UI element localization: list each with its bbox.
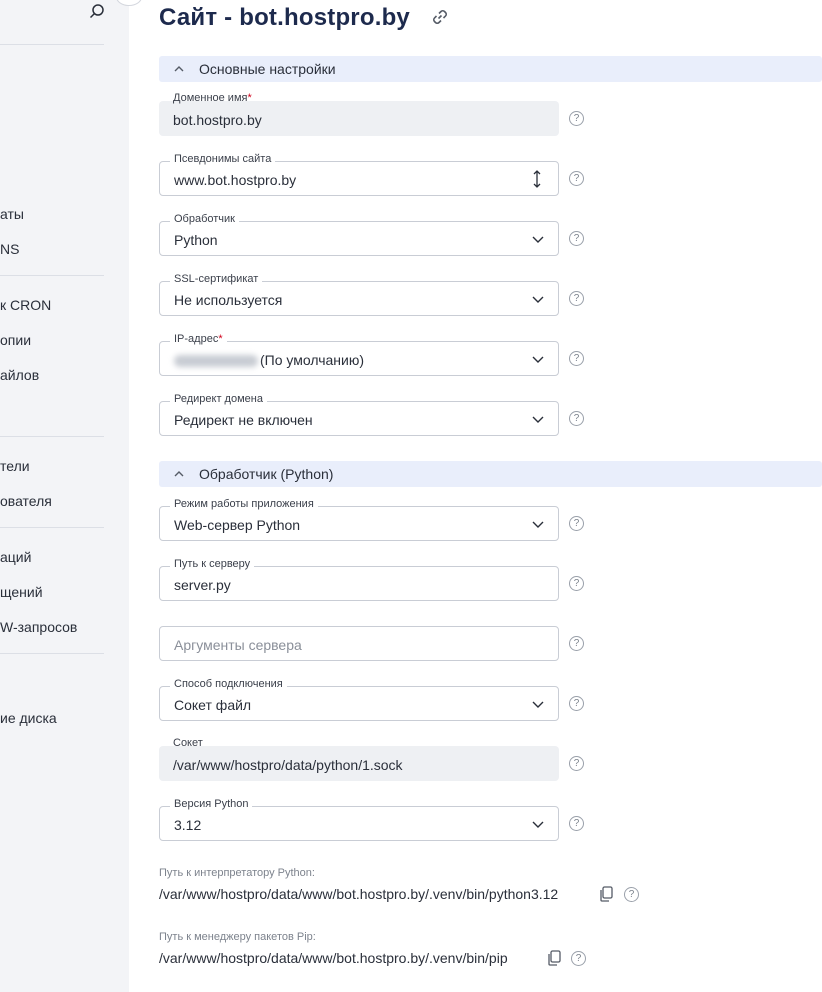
server-args-input[interactable]: Аргументы сервера [159, 626, 559, 661]
domain-redirect-select[interactable]: Редирект домена Редирект не включен [159, 393, 559, 436]
copy-icon[interactable] [599, 886, 613, 902]
section-title: Основные настройки [199, 61, 336, 77]
app-mode-select[interactable]: Режим работы приложения Web-сервер Pytho… [159, 498, 559, 541]
sidebar-item-backups[interactable]: опии [0, 332, 31, 348]
section-main-settings[interactable]: Основные настройки [159, 56, 822, 82]
domain-name-field: Доменное имя* bot.hostpro.by [159, 92, 559, 136]
field-label: Режим работы приложения [170, 498, 318, 510]
section-handler-python[interactable]: Обработчик (Python) [159, 461, 822, 487]
blurred-ip [174, 355, 258, 368]
resize-vertical-icon[interactable] [532, 170, 542, 188]
sidebar: аты NS к CRON опии айлов тели ователя ац… [0, 0, 129, 992]
handler-value: Python [174, 232, 218, 248]
field-label: Путь к серверу [170, 558, 255, 570]
ssl-certificate-select[interactable]: SSL-сертификат Не используется [159, 273, 559, 316]
field-label: Редирект домена [170, 393, 267, 405]
chevron-down-icon [532, 416, 544, 423]
sidebar-item-cron[interactable]: к CRON [0, 297, 51, 313]
field-label: Псевдонимы сайта [170, 153, 276, 165]
chevron-down-icon [532, 296, 544, 303]
link-icon[interactable] [431, 8, 449, 26]
copy-icon[interactable] [547, 950, 561, 966]
help-icon[interactable]: ? [569, 171, 584, 186]
sidebar-item-users[interactable]: тели [0, 458, 30, 474]
domain-redirect-value: Редирект не включен [174, 412, 313, 428]
chevron-down-icon [532, 236, 544, 243]
server-args-placeholder: Аргументы сервера [174, 637, 302, 653]
field-label: Способ подключения [170, 678, 287, 690]
domain-name-value: bot.hostpro.by [173, 112, 262, 128]
field-label: Обработчик [170, 213, 239, 225]
chevron-down-icon [532, 701, 544, 708]
help-icon[interactable]: ? [624, 887, 639, 902]
sidebar-divider [0, 527, 104, 528]
interpreter-path-label: Путь к интерпретатору Python: [159, 867, 315, 879]
handler-select[interactable]: Обработчик Python [159, 213, 559, 256]
help-icon[interactable]: ? [569, 576, 584, 591]
sidebar-item-certificates[interactable]: аты [0, 206, 24, 222]
app-mode-value: Web-сервер Python [174, 517, 301, 533]
ssl-certificate-value: Не используется [174, 292, 283, 308]
help-icon[interactable]: ? [569, 111, 584, 126]
chevron-down-icon [532, 821, 544, 828]
help-icon[interactable]: ? [569, 816, 584, 831]
help-icon[interactable]: ? [569, 516, 584, 531]
sidebar-divider [0, 44, 104, 45]
sidebar-item-www-requests[interactable]: W-запросов [0, 619, 77, 635]
help-icon[interactable]: ? [571, 951, 586, 966]
connection-method-select[interactable]: Способ подключения Сокет файл [159, 678, 559, 721]
server-path-value: server.py [174, 577, 231, 593]
help-icon[interactable]: ? [569, 291, 584, 306]
field-label: SSL-сертификат [170, 273, 263, 285]
search-icon[interactable] [88, 3, 106, 21]
field-label: Доменное имя* [173, 92, 252, 104]
connection-method-value: Сокет файл [174, 697, 252, 713]
field-label: IP-адрес* [170, 333, 227, 345]
ip-address-value: (По умолчанию) [174, 352, 364, 368]
sidebar-item-dns[interactable]: NS [0, 241, 19, 257]
python-version-select[interactable]: Версия Python 3.12 [159, 798, 559, 841]
field-label: Версия Python [170, 798, 253, 810]
interpreter-path-value: /var/www/hostpro/data/www/bot.hostpro.by… [159, 886, 559, 902]
help-icon[interactable]: ? [569, 231, 584, 246]
socket-value: /var/www/hostpro/data/python/1.sock [173, 757, 403, 773]
page-title: Сайт - bot.hostpro.by [159, 4, 410, 31]
chevron-down-icon [532, 521, 544, 528]
field-label: Сокет [173, 737, 203, 749]
section-title: Обработчик (Python) [199, 466, 334, 482]
help-icon[interactable]: ? [569, 351, 584, 366]
python-version-value: 3.12 [174, 817, 202, 833]
help-icon[interactable]: ? [569, 756, 584, 771]
pip-path-label: Путь к менеджеру пакетов Pip: [159, 931, 316, 943]
sidebar-divider [0, 275, 104, 276]
ip-address-select[interactable]: IP-адрес* (По умолчанию) [159, 333, 559, 376]
sidebar-divider [0, 436, 104, 437]
help-icon[interactable]: ? [569, 411, 584, 426]
help-icon[interactable]: ? [569, 696, 584, 711]
sidebar-item-user[interactable]: ователя [0, 493, 52, 509]
help-icon[interactable]: ? [569, 636, 584, 651]
socket-field: Сокет /var/www/hostpro/data/python/1.soc… [159, 737, 559, 781]
chevron-up-icon [174, 471, 184, 477]
chevron-up-icon [174, 66, 184, 72]
sidebar-divider [0, 653, 104, 654]
sidebar-item-disk-usage[interactable]: ие диска [0, 710, 57, 726]
site-aliases-field[interactable]: Псевдонимы сайта www.bot.hostpro.by [159, 153, 559, 196]
sidebar-item-messages[interactable]: щений [0, 584, 43, 600]
site-aliases-value: www.bot.hostpro.by [174, 172, 297, 188]
sidebar-item-notifications[interactable]: аций [0, 549, 31, 565]
server-path-input[interactable]: Путь к серверу server.py [159, 558, 559, 601]
chevron-down-icon [532, 356, 544, 363]
sidebar-item-files[interactable]: айлов [0, 367, 39, 383]
pip-path-value: /var/www/hostpro/data/www/bot.hostpro.by… [159, 950, 508, 966]
